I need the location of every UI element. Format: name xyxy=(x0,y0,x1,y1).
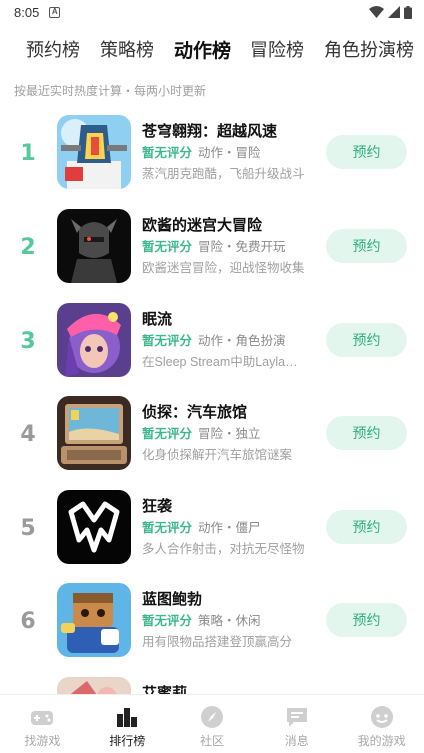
game-title: 侦探：汽车旅馆 xyxy=(142,404,248,421)
nav-label: 找游戏 xyxy=(24,734,61,748)
game-tags: 冒险・免费开玩 xyxy=(198,240,286,254)
update-note: 按最近实时热度计算・每两小时更新 xyxy=(14,84,207,98)
rank-number: 3 xyxy=(20,329,36,354)
game-meta: 暂无评分 动作・僵尸 xyxy=(142,517,261,536)
game-title: 欧酱的迷宫大冒险 xyxy=(142,217,263,234)
game-tags: 动作・角色扮演 xyxy=(198,334,286,348)
ranking-tabs: 预约榜 策略榜 动作榜 冒险榜 角色扮演榜 xyxy=(0,30,424,70)
game-description: 化身侦探解开汽车旅馆谜案 xyxy=(142,448,293,462)
game-row[interactable]: 2 欧酱的迷宫大冒险 暂无评分 冒险・免费开玩 欧酱迷宫冒险，迎战怪物收集 预约 xyxy=(0,209,424,303)
game-meta: 暂无评分 动作・冒险 xyxy=(142,142,261,161)
game-icon-detective-motel[interactable] xyxy=(57,396,131,470)
game-description: 多人合作射击，对抗无尽怪物 xyxy=(142,542,305,556)
rank-number: 4 xyxy=(20,422,36,447)
game-row[interactable]: 5 狂袭 暂无评分 动作・僵尸 多人合作射击，对抗无尽怪物 预约 xyxy=(0,490,424,584)
rank-number: 1 xyxy=(20,141,36,166)
compass-icon xyxy=(200,706,223,728)
game-meta: 暂无评分 动作・角色扮演 xyxy=(142,330,286,349)
nav-my-games[interactable]: 我的游戏 xyxy=(339,695,424,753)
book-button[interactable]: 预约 xyxy=(326,603,407,637)
game-icon-blueprint-bob[interactable] xyxy=(57,583,131,657)
game-meta: 暂无评分 冒险・免费开玩 xyxy=(142,236,286,255)
tab-rpg[interactable]: 角色扮演榜 xyxy=(324,36,414,62)
nav-label: 我的游戏 xyxy=(357,734,406,748)
nav-ranking[interactable]: 排行榜 xyxy=(85,695,170,753)
ranking-icon xyxy=(117,708,138,727)
game-icon-sky-soar[interactable] xyxy=(57,115,131,189)
message-icon xyxy=(286,708,307,727)
book-button[interactable]: 预约 xyxy=(326,323,407,357)
battery-icon xyxy=(404,5,412,19)
tab-adventure[interactable]: 冒险榜 xyxy=(250,36,304,62)
game-score: 暂无评分 xyxy=(142,334,193,348)
game-icon-sleep-stream[interactable] xyxy=(57,303,131,377)
game-title: 狂袭 xyxy=(142,498,173,515)
game-tags: 动作・僵尸 xyxy=(198,521,261,535)
notification-icon: A xyxy=(49,6,61,18)
gamepad-icon xyxy=(31,711,54,725)
game-title: 蓝图鲍勃 xyxy=(142,591,203,608)
game-score: 暂无评分 xyxy=(142,521,193,535)
game-tags: 动作・冒险 xyxy=(198,146,261,160)
game-title: 眠流 xyxy=(142,311,173,328)
bottom-nav: 找游戏 排行榜 社区 消息 我的游戏 xyxy=(0,694,424,753)
nav-label: 社区 xyxy=(199,734,224,748)
game-score: 暂无评分 xyxy=(142,427,193,441)
game-row[interactable]: 1 苍穹翱翔：超越风速 暂无评分 动作・冒险 蒸汽朋克跑酷，飞船升级战斗 预约 xyxy=(0,115,424,209)
game-description: 欧酱迷宫冒险，迎战怪物收集 xyxy=(142,261,305,275)
game-row[interactable]: 4 侦探：汽车旅馆 暂无评分 冒险・独立 化身侦探解开汽车旅馆谜案 预约 xyxy=(0,396,424,490)
rank-number: 2 xyxy=(20,235,36,260)
tab-strategy[interactable]: 策略榜 xyxy=(100,36,154,62)
wifi-icon xyxy=(369,6,384,18)
game-description: 蒸汽朋克跑酷，飞船升级战斗 xyxy=(142,167,305,181)
nav-label: 消息 xyxy=(284,734,309,748)
book-button[interactable]: 预约 xyxy=(326,229,407,263)
status-bar: 8:05 A xyxy=(0,0,424,24)
nav-community[interactable]: 社区 xyxy=(170,695,255,753)
book-button[interactable]: 预约 xyxy=(326,416,407,450)
game-score: 暂无评分 xyxy=(142,146,193,160)
game-description: 用有限物品搭建登顶赢高分 xyxy=(142,635,293,649)
book-button[interactable]: 预约 xyxy=(326,510,407,544)
game-tags: 策略・休闲 xyxy=(198,614,261,628)
tab-reservation[interactable]: 预约榜 xyxy=(26,36,80,62)
profile-icon xyxy=(370,706,393,728)
tab-action[interactable]: 动作榜 xyxy=(174,36,232,63)
game-icon-oujiang-maze[interactable] xyxy=(57,209,131,283)
game-row[interactable]: 6 蓝图鲍勃 暂无评分 策略・休闲 用有限物品搭建登顶赢高分 预约 xyxy=(0,583,424,677)
game-description: 在Sleep Stream中助Layla寻梦 xyxy=(142,355,310,369)
book-button[interactable]: 预约 xyxy=(326,135,407,169)
game-score: 暂无评分 xyxy=(142,240,193,254)
game-tags: 冒险・独立 xyxy=(198,427,261,441)
nav-find-games[interactable]: 找游戏 xyxy=(0,695,85,753)
game-score: 暂无评分 xyxy=(142,614,193,628)
signal-icon xyxy=(388,6,400,18)
nav-label: 排行榜 xyxy=(109,734,146,748)
rank-number: 5 xyxy=(20,516,36,541)
game-meta: 暂无评分 冒险・独立 xyxy=(142,423,261,442)
rank-number: 6 xyxy=(20,609,36,634)
game-row[interactable]: 3 眠流 暂无评分 动作・角色扮演 在Sleep Stream中助Layla寻梦 … xyxy=(0,303,424,397)
game-meta: 暂无评分 策略・休闲 xyxy=(142,610,261,629)
game-title: 苍穹翱翔：超越风速 xyxy=(142,123,278,140)
status-time: 8:05 xyxy=(14,4,40,20)
game-icon-frenzy-assault[interactable] xyxy=(57,490,131,564)
nav-messages[interactable]: 消息 xyxy=(254,695,339,753)
